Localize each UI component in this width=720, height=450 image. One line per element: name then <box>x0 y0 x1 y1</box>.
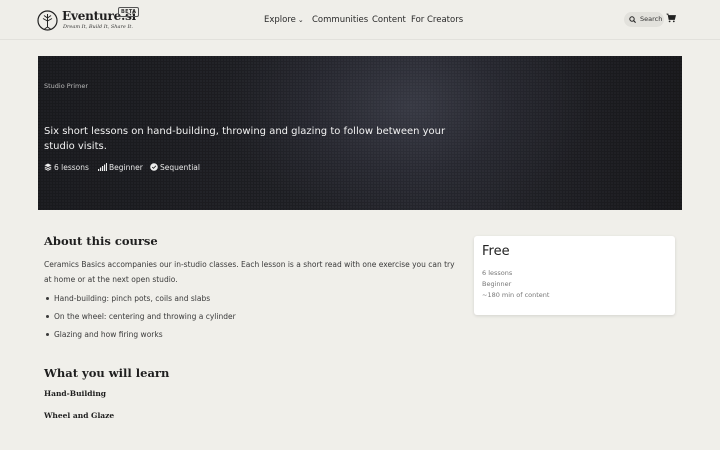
course-hero: Studio Primer Six short lessons on hand-… <box>38 56 682 210</box>
hero-kicker: Studio Primer <box>44 82 89 90</box>
signal-bars-icon <box>98 163 107 171</box>
search-label: Search <box>640 15 663 23</box>
meta-order: Sequential <box>150 163 200 172</box>
nav-communities[interactable]: Communities <box>312 15 368 25</box>
pricing-card: Free 6 lessons Beginner ~180 min of cont… <box>474 236 675 315</box>
search-button[interactable]: Search <box>624 12 664 27</box>
card-level: Beginner <box>482 280 512 288</box>
nav-explore-label: Explore <box>264 15 296 25</box>
brand-tagline: Dream It, Build It, Share It. <box>63 24 134 30</box>
price-label: Free <box>482 244 510 259</box>
meta-level-label: Beginner <box>109 163 143 172</box>
nav-content[interactable]: Content <box>372 15 406 25</box>
meta-level: Beginner <box>98 163 143 172</box>
chevron-down-icon: ⌄ <box>297 16 304 24</box>
check-circle-icon <box>150 163 158 171</box>
site-header: Eventure.si BETA Dream It, Build It, Sha… <box>0 0 720 40</box>
list-item: Hand-building: pinch pots, coils and sla… <box>44 294 236 312</box>
tree-logo-icon[interactable] <box>37 10 58 31</box>
cart-icon[interactable] <box>666 13 676 23</box>
beta-badge: BETA <box>118 7 140 17</box>
course-topics: Hand-building: pinch pots, coils and sla… <box>44 294 236 348</box>
nav-for-creators[interactable]: For Creators <box>411 15 463 25</box>
list-item: On the wheel: centering and throwing a c… <box>44 312 236 330</box>
nav-explore[interactable]: Explore ⌄ <box>264 15 304 25</box>
layers-icon <box>44 163 52 171</box>
section-wheel-and-glaze[interactable]: Wheel and Glaze <box>44 411 114 420</box>
meta-lessons-label: 6 lessons <box>54 163 89 172</box>
list-item: Glazing and how firing works <box>44 330 236 348</box>
search-icon <box>629 16 636 23</box>
course-description: Ceramics Basics accompanies our in-studi… <box>44 260 455 284</box>
section-hand-building[interactable]: Hand-Building <box>44 389 106 398</box>
hero-title: Six short lessons on hand-building, thro… <box>44 126 446 152</box>
meta-lessons: 6 lessons <box>44 163 89 172</box>
learn-heading: What you will learn <box>44 366 170 380</box>
card-duration: ~180 min of content <box>482 291 550 299</box>
about-heading: About this course <box>44 234 158 248</box>
meta-order-label: Sequential <box>160 163 200 172</box>
card-lessons: 6 lessons <box>482 269 513 277</box>
